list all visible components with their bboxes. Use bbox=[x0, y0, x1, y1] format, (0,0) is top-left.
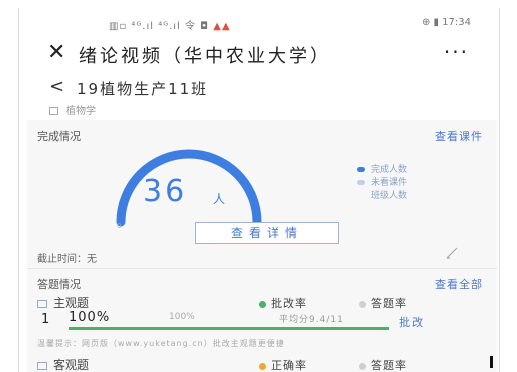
clock: ⊕ ▮ 17:34 bbox=[421, 17, 471, 28]
question-type-icon bbox=[37, 361, 47, 370]
divider bbox=[27, 268, 497, 269]
question-type-label: 客观题 bbox=[53, 358, 90, 372]
grade-button[interactable]: 批改 bbox=[399, 314, 425, 330]
deadline-label: 截止时间： bbox=[37, 254, 87, 265]
legend-label: 批改率 bbox=[271, 297, 307, 310]
deadline: 截止时间：无 bbox=[37, 250, 97, 265]
legend-grading-rate: 批改率 bbox=[259, 295, 307, 311]
legend-dot bbox=[357, 167, 365, 172]
question-type-label: 主观题 bbox=[53, 296, 90, 310]
tip-text: 温馨提示：网页版（www.yuketang.cn）批改主观题更便捷 bbox=[37, 339, 285, 348]
deadline-value: 无 bbox=[87, 254, 97, 265]
status-bar: ▥▫ ⁴ᴳ.ıl ⁴ᴳ.ıl 令 ◘ ▲▲ ⊕ ▮ 17:34 bbox=[19, 8, 499, 34]
legend-dot bbox=[359, 362, 366, 370]
legend-item-completed: 完成人数 bbox=[357, 164, 407, 177]
page-title: 绪论视频（华中农业大学） bbox=[79, 46, 331, 67]
gauge-arc bbox=[116, 149, 262, 227]
class-header: < 19植物生产11班 bbox=[19, 76, 499, 102]
app-frame: ▥▫ ⁴ᴳ.ıl ⁴ᴳ.ıl 令 ◘ ▲▲ ⊕ ▮ 17:34 ✕ 绪论视频（华… bbox=[18, 8, 500, 372]
legend-label: 未看课件 bbox=[371, 178, 408, 188]
subject-name: 植物学 bbox=[66, 106, 96, 117]
legend-label: 完成人数 bbox=[371, 165, 408, 175]
gauge-track bbox=[116, 149, 262, 227]
legend-item-unviewed: 未看课件 bbox=[357, 177, 407, 190]
legend-dot bbox=[357, 193, 365, 198]
question-number: 1 bbox=[41, 312, 50, 327]
view-details-button[interactable]: 查看详情 bbox=[195, 222, 339, 244]
legend-label: 答题率 bbox=[371, 297, 407, 310]
legend-label: 班级人数 bbox=[371, 191, 408, 201]
count-unit: 人 bbox=[213, 192, 226, 206]
edit-icon[interactable] bbox=[445, 246, 459, 260]
question-type-icon bbox=[37, 299, 47, 308]
gauge-fill bbox=[116, 149, 262, 227]
view-courseware-link[interactable]: 查看课件 bbox=[435, 128, 483, 144]
legend-label: 正确率 bbox=[271, 359, 307, 372]
cursor-marker bbox=[490, 356, 493, 368]
legend-dot bbox=[357, 180, 365, 185]
subjective-section-label: 主观题 bbox=[37, 294, 89, 311]
subject-label: 植物学 bbox=[49, 102, 96, 117]
legend-dot bbox=[359, 300, 366, 308]
legend-dot bbox=[259, 362, 266, 370]
legend-answer-rate: 答题率 bbox=[359, 295, 407, 311]
objective-section-label: 客观题 bbox=[37, 356, 89, 372]
close-icon[interactable]: ✕ bbox=[47, 40, 65, 65]
title-bar: ✕ 绪论视频（华中农业大学） ··· bbox=[19, 34, 499, 74]
completed-count: 36 bbox=[143, 174, 188, 209]
completion-gauge: 36 人 0 36 bbox=[99, 142, 279, 232]
more-menu-icon[interactable]: ··· bbox=[444, 40, 469, 64]
grading-percent: 100% bbox=[69, 310, 111, 325]
legend-item-class-size: 班级人数 bbox=[357, 190, 407, 203]
signal-icons: ▥▫ ⁴ᴳ.ıl ⁴ᴳ.ıl 令 ◘ bbox=[109, 21, 210, 32]
report-card: 完成情况 查看课件 36 人 0 36 完成人数 未看课件 班级人数 查看详情 … bbox=[27, 120, 497, 372]
grading-progress-fill bbox=[69, 327, 389, 330]
class-name: 19植物生产11班 bbox=[77, 80, 209, 98]
completion-legend: 完成人数 未看课件 班级人数 bbox=[357, 164, 407, 203]
back-icon[interactable]: < bbox=[49, 76, 64, 97]
answer-percent: 100% bbox=[169, 312, 195, 322]
gauge-min: 0 bbox=[117, 222, 122, 230]
legend-correct-rate: 正确率 bbox=[259, 357, 307, 372]
status-icons: ▥▫ ⁴ᴳ.ıl ⁴ᴳ.ıl 令 ◘ ▲▲ bbox=[109, 17, 231, 32]
notification-icons: ▲▲ bbox=[213, 21, 231, 32]
answers-heading: 答题情况 bbox=[37, 278, 81, 291]
book-icon bbox=[49, 107, 58, 115]
average-score: 平均分9.4/11 bbox=[279, 315, 344, 325]
completion-heading: 完成情况 bbox=[37, 130, 81, 143]
view-all-link[interactable]: 查看全部 bbox=[435, 276, 483, 292]
legend-dot bbox=[259, 300, 266, 308]
legend-label: 答题率 bbox=[371, 359, 407, 372]
grading-progress-bar bbox=[69, 327, 389, 330]
legend-answer-rate-2: 答题率 bbox=[359, 357, 407, 372]
